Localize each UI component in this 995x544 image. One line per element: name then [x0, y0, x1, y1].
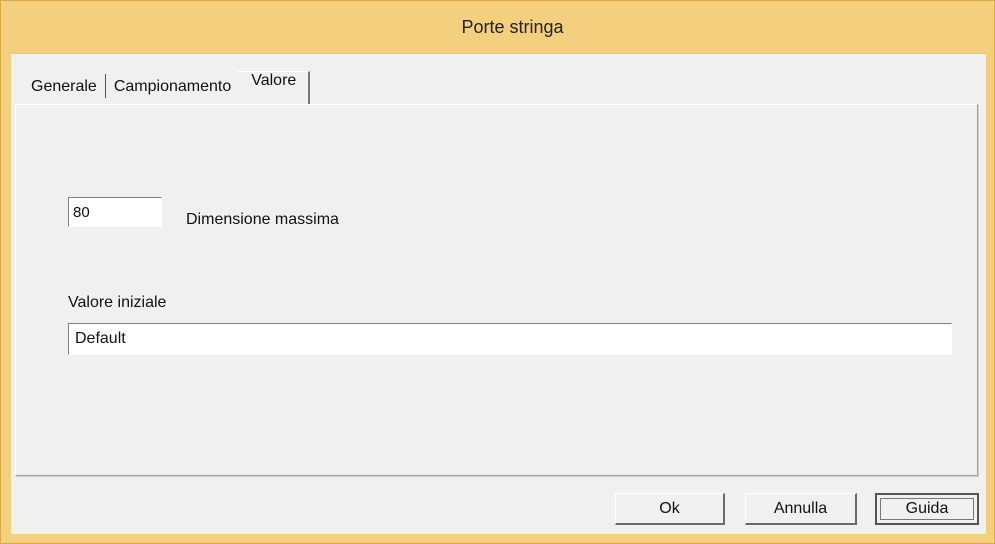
- title-bar[interactable]: Porte stringa: [1, 1, 994, 53]
- window-title: Porte stringa: [461, 16, 564, 37]
- ok-button-label: Ok: [659, 499, 680, 517]
- help-button-label: Guida: [905, 500, 949, 517]
- tab-panel-valore: Dimensione massima Valore iniziale: [15, 104, 978, 476]
- tab-separator: [104, 74, 106, 98]
- cancel-button[interactable]: Annulla: [745, 493, 857, 525]
- tab-valore[interactable]: Valore: [237, 71, 311, 104]
- help-button[interactable]: Guida: [875, 493, 979, 525]
- dialog-body: Generale Campionamento Valore Dimensione…: [11, 53, 986, 534]
- ok-button[interactable]: Ok: [615, 493, 725, 525]
- help-button-focus: Guida: [880, 498, 974, 520]
- tab-generale[interactable]: Generale: [25, 78, 103, 104]
- initial-value-input[interactable]: [68, 323, 952, 355]
- dialog-window: Porte stringa Generale Campionamento Val…: [0, 0, 995, 544]
- initial-value-label: Valore iniziale: [68, 294, 167, 311]
- cancel-button-label: Annulla: [773, 499, 828, 517]
- tab-campionamento[interactable]: Campionamento: [108, 78, 237, 104]
- tab-strip: Generale Campionamento Valore: [25, 64, 311, 104]
- max-size-label: Dimensione massima: [186, 211, 339, 228]
- max-size-input[interactable]: [68, 197, 162, 227]
